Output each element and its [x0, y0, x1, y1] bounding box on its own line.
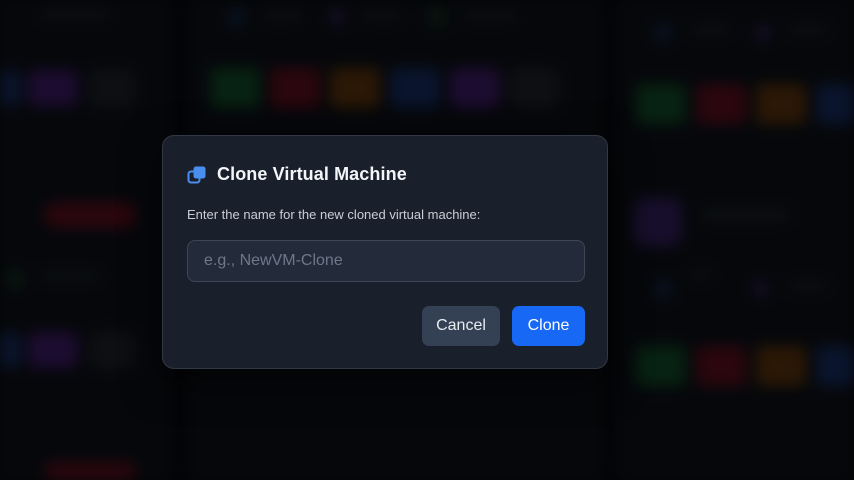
clone-vm-dialog: Clone Virtual Machine Enter the name for…: [162, 135, 608, 369]
dialog-description: Enter the name for the new cloned virtua…: [187, 207, 481, 222]
vm-name-input[interactable]: [187, 240, 585, 282]
cancel-button[interactable]: Cancel: [422, 306, 500, 346]
clone-icon: [187, 165, 207, 185]
clone-button[interactable]: Clone: [512, 306, 585, 346]
app-screen: Clone Virtual Machine Enter the name for…: [0, 0, 854, 480]
dialog-header: Clone Virtual Machine: [187, 164, 407, 185]
dialog-title: Clone Virtual Machine: [217, 164, 407, 184]
